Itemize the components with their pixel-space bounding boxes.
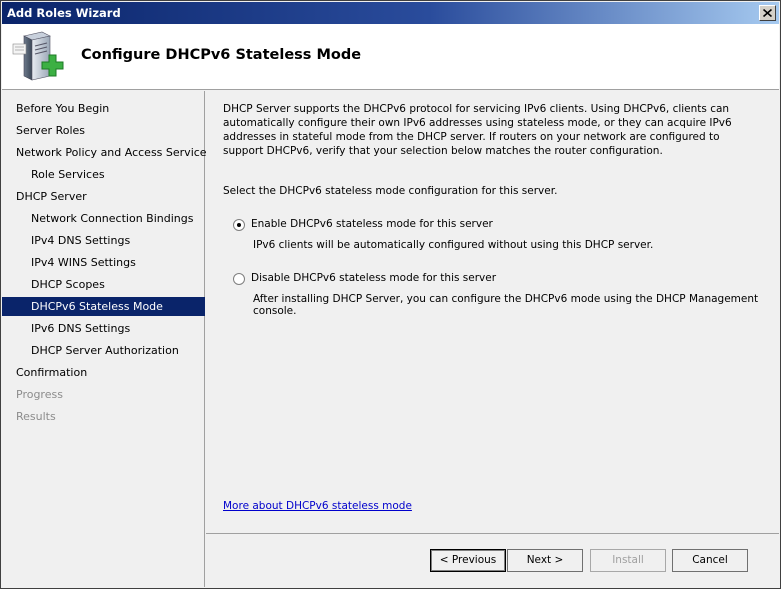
close-icon bbox=[763, 9, 772, 17]
disable-stateless-description: After installing DHCP Server, you can co… bbox=[253, 293, 759, 317]
server-add-icon bbox=[12, 31, 64, 81]
enable-stateless-description: IPv6 clients will be automatically confi… bbox=[253, 239, 654, 251]
nav-item-network-policy[interactable]: Network Policy and Access Services bbox=[2, 143, 212, 162]
page-title: Configure DHCPv6 Stateless Mode bbox=[81, 47, 362, 63]
disable-stateless-radio[interactable] bbox=[233, 273, 245, 285]
close-button[interactable] bbox=[759, 5, 776, 21]
wizard-content: DHCP Server supports the DHCPv6 protocol… bbox=[206, 91, 779, 534]
nav-item-server-roles[interactable]: Server Roles bbox=[2, 121, 205, 140]
wizard-header: Configure DHCPv6 Stateless Mode bbox=[2, 24, 779, 90]
nav-item-dhcpv6-stateless-mode[interactable]: DHCPv6 Stateless Mode bbox=[2, 297, 205, 316]
nav-item-role-services[interactable]: Role Services bbox=[2, 165, 205, 184]
nav-item-confirmation[interactable]: Confirmation bbox=[2, 363, 205, 382]
nav-item-results: Results bbox=[16, 410, 56, 423]
next-button[interactable]: Next > bbox=[507, 549, 583, 572]
wizard-nav: Before You Begin Server Roles Network Po… bbox=[2, 91, 212, 587]
nav-item-progress: Progress bbox=[16, 388, 63, 401]
enable-stateless-radio[interactable] bbox=[233, 219, 245, 231]
nav-item-network-connection-bindings[interactable]: Network Connection Bindings bbox=[2, 209, 205, 228]
nav-item-before-you-begin[interactable]: Before You Begin bbox=[2, 99, 205, 118]
nav-item-dhcp-server-authorization[interactable]: DHCP Server Authorization bbox=[2, 341, 205, 360]
wizard-footer: < Previous Next > Install Cancel bbox=[206, 533, 779, 587]
nav-item-ipv4-wins-settings[interactable]: IPv4 WINS Settings bbox=[2, 253, 205, 272]
intro-text: DHCP Server supports the DHCPv6 protocol… bbox=[223, 103, 732, 157]
nav-item-dhcp-scopes[interactable]: DHCP Scopes bbox=[2, 275, 205, 294]
nav-item-ipv4-dns-settings[interactable]: IPv4 DNS Settings bbox=[2, 231, 205, 250]
window-title: Add Roles Wizard bbox=[7, 6, 121, 20]
nav-item-dhcp-server[interactable]: DHCP Server bbox=[2, 187, 205, 206]
install-button: Install bbox=[590, 549, 666, 572]
previous-button[interactable]: < Previous bbox=[430, 549, 506, 572]
radio-selected-dot bbox=[237, 223, 241, 227]
nav-item-ipv6-dns-settings[interactable]: IPv6 DNS Settings bbox=[2, 319, 205, 338]
cancel-button[interactable]: Cancel bbox=[672, 549, 748, 572]
wizard-window: Add Roles Wizard Configure DHCPv6 Statel… bbox=[0, 0, 781, 589]
selection-prompt: Select the DHCPv6 stateless mode configu… bbox=[223, 185, 558, 197]
more-about-link[interactable]: More about DHCPv6 stateless mode bbox=[223, 500, 412, 512]
enable-stateless-label[interactable]: Enable DHCPv6 stateless mode for this se… bbox=[251, 218, 493, 230]
title-bar[interactable]: Add Roles Wizard bbox=[2, 2, 779, 24]
disable-stateless-label[interactable]: Disable DHCPv6 stateless mode for this s… bbox=[251, 272, 496, 284]
